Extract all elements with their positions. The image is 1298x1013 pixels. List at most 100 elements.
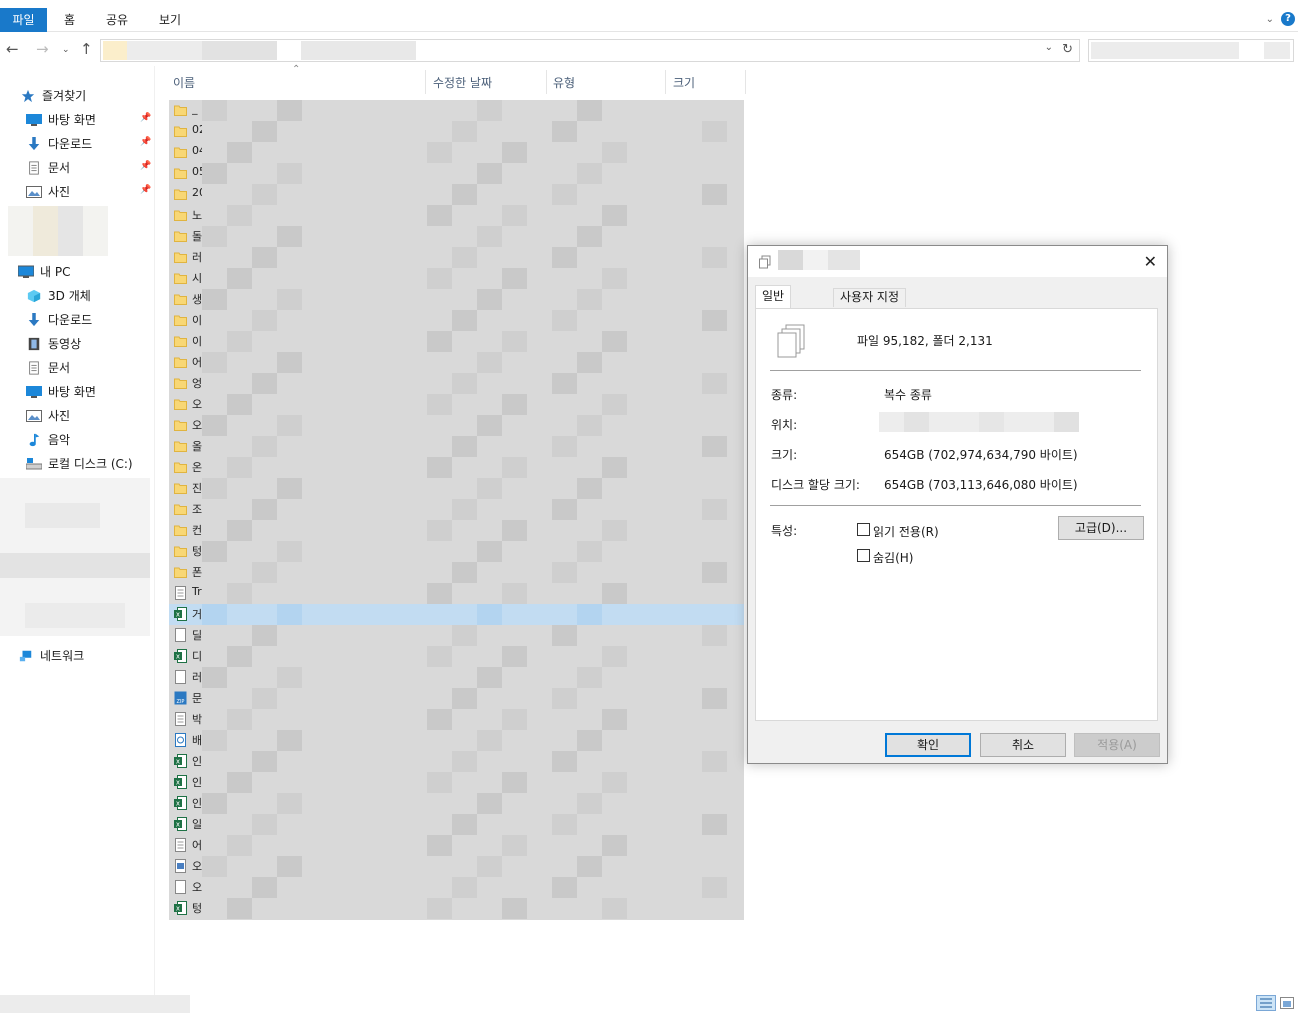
file-row[interactable]: 05 [169, 163, 744, 184]
redacted-block [502, 835, 527, 856]
column-header-size[interactable]: 크기 [673, 74, 695, 91]
file-row[interactable]: 02 [169, 121, 744, 142]
nav-pc-desktop[interactable]: 바탕 화면 [26, 381, 96, 403]
close-icon[interactable]: ✕ [1144, 252, 1157, 271]
file-row[interactable]: x텅 [169, 898, 744, 919]
nav-network[interactable]: 네트워크 [18, 645, 84, 667]
refresh-icon[interactable]: ↻ [1062, 42, 1073, 57]
redacted-block [577, 163, 602, 184]
file-row[interactable]: 어 [169, 352, 744, 373]
file-row[interactable]: 이 [169, 331, 744, 352]
hidden-checkbox[interactable] [857, 549, 870, 562]
file-row[interactable]: 이 [169, 310, 744, 331]
redacted-block [202, 41, 277, 60]
column-header-type[interactable]: 유형 [553, 74, 575, 91]
advanced-button[interactable]: 고급(D)... [1058, 516, 1144, 540]
back-arrow-icon[interactable]: ← [6, 40, 19, 58]
nav-pc-3d[interactable]: 3D 개체 [26, 285, 91, 307]
column-divider[interactable] [546, 70, 547, 94]
file-row[interactable]: 조 [169, 499, 744, 520]
file-row[interactable]: 20 [169, 184, 744, 205]
file-row[interactable]: x인 [169, 751, 744, 772]
file-row[interactable]: x일 [169, 814, 744, 835]
file-row[interactable]: 엉 [169, 373, 744, 394]
file-row[interactable]: 노 [169, 205, 744, 226]
file-row[interactable]: 컨 [169, 520, 744, 541]
nav-pc-pictures[interactable]: 사진 [26, 405, 70, 427]
file-row[interactable]: _ [169, 100, 744, 121]
file-row[interactable]: 시 [169, 268, 744, 289]
column-header-date[interactable]: 수정한 날짜 [433, 74, 492, 91]
file-row[interactable]: 러 [169, 247, 744, 268]
address-bar[interactable]: ⌄ ↻ [100, 39, 1080, 62]
pin-icon[interactable]: 📌 [140, 185, 151, 195]
pin-icon[interactable]: 📌 [140, 161, 151, 171]
up-arrow-icon[interactable]: ↑ [80, 40, 93, 58]
redacted-block [277, 541, 302, 562]
forward-arrow-icon[interactable]: → [36, 40, 49, 58]
file-row[interactable]: x인 [169, 772, 744, 793]
readonly-checkbox[interactable] [857, 523, 870, 536]
column-header-name[interactable]: 이름 [173, 74, 195, 91]
file-row[interactable]: 박 [169, 709, 744, 730]
file-row[interactable]: 생 [169, 289, 744, 310]
file-row[interactable]: x디 [169, 646, 744, 667]
tab-general[interactable]: 일반 [755, 285, 792, 308]
chevron-down-icon[interactable]: ⌄ [1045, 42, 1053, 53]
large-icons-view-button[interactable] [1280, 997, 1294, 1009]
tab-share[interactable]: 공유 [106, 8, 128, 32]
folder-icon [174, 292, 187, 306]
file-row[interactable]: 어 [169, 835, 744, 856]
nav-quick-documents[interactable]: 문서 [26, 157, 70, 179]
tab-home[interactable]: 홈 [64, 8, 75, 32]
file-row[interactable]: 배 [169, 730, 744, 751]
file-row[interactable]: 오 [169, 877, 744, 898]
tab-file[interactable]: 파일 [0, 8, 47, 32]
file-row[interactable]: 온 [169, 457, 744, 478]
help-button[interactable]: ? [1281, 12, 1295, 26]
nav-pc-downloads[interactable]: 다운로드 [26, 309, 92, 331]
nav-pc-local-disk[interactable]: 로컬 디스크 (C:) [26, 453, 133, 475]
cancel-button[interactable]: 취소 [980, 733, 1066, 757]
pin-icon[interactable]: 📌 [140, 113, 151, 123]
file-row[interactable]: ZIP 문 [169, 688, 744, 709]
nav-quick-access[interactable]: 즐겨찾기 [20, 85, 86, 107]
nav-pc-videos[interactable]: 동영상 [26, 333, 81, 355]
chevron-down-icon[interactable]: ⌄ [62, 45, 70, 55]
nav-pc-music[interactable]: 음악 [26, 429, 70, 451]
nav-quick-desktop[interactable]: 바탕 화면 [26, 109, 96, 131]
search-input[interactable] [1088, 39, 1294, 62]
column-divider[interactable] [745, 70, 746, 94]
file-row[interactable]: 돌 [169, 226, 744, 247]
file-row[interactable]: 올 [169, 436, 744, 457]
file-row[interactable]: x인 [169, 793, 744, 814]
nav-quick-downloads[interactable]: 다운로드 [26, 133, 92, 155]
nav-this-pc[interactable]: 내 PC [18, 261, 70, 283]
file-row[interactable]: 오 [169, 856, 744, 877]
file-row[interactable]: 오 [169, 415, 744, 436]
details-view-button[interactable] [1256, 995, 1276, 1011]
tab-view[interactable]: 보기 [159, 8, 181, 32]
pin-icon[interactable]: 📌 [140, 137, 151, 147]
redacted-block [427, 772, 452, 793]
chevron-down-icon[interactable]: ⌄ [1266, 14, 1274, 25]
nav-pc-documents[interactable]: 문서 [26, 357, 70, 379]
apply-button[interactable]: 적용(A) [1074, 733, 1160, 757]
file-row[interactable]: 04 [169, 142, 744, 163]
nav-quick-pictures[interactable]: 사진 [26, 181, 70, 203]
folder-icon [174, 250, 187, 264]
column-divider[interactable] [665, 70, 666, 94]
column-divider[interactable] [425, 70, 426, 94]
picture-icon [26, 185, 42, 198]
tab-customize[interactable]: 사용자 지정 [833, 288, 907, 307]
file-row[interactable]: 텅 [169, 541, 744, 562]
file-row[interactable]: x거 [169, 604, 744, 625]
file-row[interactable]: 폰 [169, 562, 744, 583]
file-row[interactable]: 러 [169, 667, 744, 688]
file-row[interactable]: Tr [169, 583, 744, 604]
file-row[interactable]: 진 [169, 478, 744, 499]
file-row[interactable]: 오 [169, 394, 744, 415]
ok-button[interactable]: 확인 [885, 733, 971, 757]
dialog-titlebar[interactable]: ✕ [748, 246, 1167, 277]
file-row[interactable]: 딜 [169, 625, 744, 646]
